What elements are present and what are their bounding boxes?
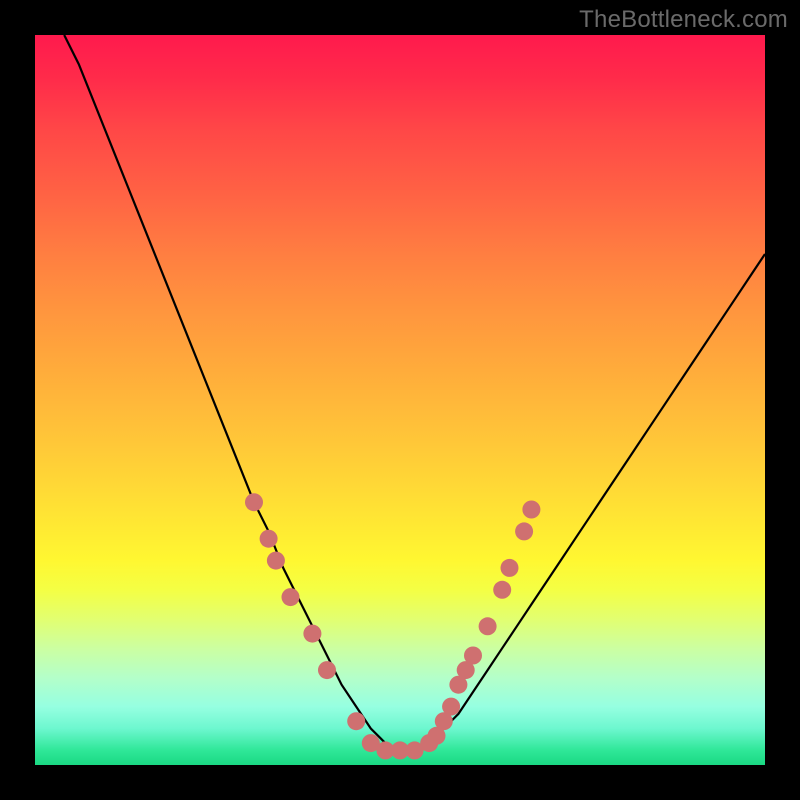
highlight-point xyxy=(464,647,482,665)
highlight-point xyxy=(493,581,511,599)
highlight-point xyxy=(282,588,300,606)
highlight-point xyxy=(522,501,540,519)
highlight-point xyxy=(318,661,336,679)
watermark-text: TheBottleneck.com xyxy=(579,6,788,34)
highlighted-points-group xyxy=(245,493,540,759)
chart-svg xyxy=(35,35,765,765)
highlight-point xyxy=(442,698,460,716)
highlight-point xyxy=(515,522,533,540)
outer-frame: TheBottleneck.com xyxy=(0,0,800,800)
highlight-point xyxy=(479,617,497,635)
highlight-point xyxy=(245,493,263,511)
bottleneck-curve xyxy=(64,35,765,750)
highlight-point xyxy=(267,552,285,570)
highlight-point xyxy=(260,530,278,548)
highlight-point xyxy=(501,559,519,577)
highlight-point xyxy=(303,625,321,643)
highlight-point xyxy=(347,712,365,730)
